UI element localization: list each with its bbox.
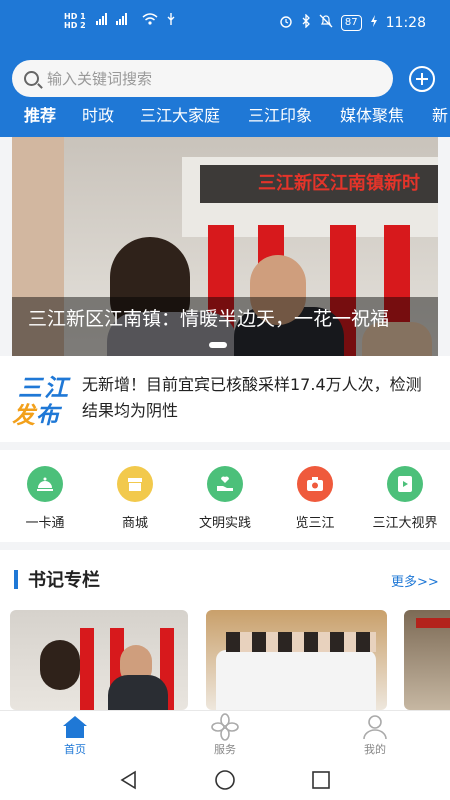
quick-link-civilization[interactable]: 文明实践	[180, 466, 270, 531]
tab-sanjiang-impression[interactable]: 三江印象	[248, 104, 312, 128]
status-left: HD 1 HD 2	[64, 12, 176, 30]
banner-carousel[interactable]: 三江新区江南镇新时 三江新区江南镇：情暖半边天，一花一祝福	[12, 137, 438, 356]
home-icon	[30, 711, 120, 741]
system-navigation-bar	[0, 760, 450, 800]
home-circle-icon[interactable]	[213, 768, 237, 792]
user-icon	[330, 711, 420, 741]
clock: 11:28	[385, 15, 426, 31]
nav-profile[interactable]: 我的	[330, 711, 420, 757]
sim1-label: HD 1	[64, 12, 86, 21]
shop-icon	[117, 466, 153, 502]
app-header: HD 1 HD 2 87 11:28 输入关键词搜索 推荐 时政 三江大家庭 三…	[0, 0, 450, 137]
add-button[interactable]	[409, 66, 435, 92]
tab-politics[interactable]: 时政	[82, 104, 114, 128]
sim-indicators: HD 1 HD 2	[64, 12, 86, 30]
article-thumbnail[interactable]	[206, 610, 387, 710]
article-thumbnail[interactable]	[10, 610, 188, 710]
search-icon	[24, 71, 39, 86]
bluetooth-icon	[301, 13, 311, 32]
secretary-column: 书记专栏 更多>>	[0, 550, 450, 710]
quick-link-view-sanjiang[interactable]: 览三江	[270, 466, 360, 531]
alarm-icon	[279, 14, 293, 32]
news-ticker[interactable]: 三江 发布 无新增！目前宜宾已核酸采样17.4万人次，检测结果均为阴性	[0, 356, 450, 442]
status-right: 87 11:28	[279, 13, 426, 32]
back-icon[interactable]	[117, 768, 141, 792]
quick-link-big-vision[interactable]: 三江大视界	[360, 466, 450, 531]
status-bar: HD 1 HD 2 87 11:28	[0, 10, 450, 40]
article-thumbnail[interactable]	[404, 610, 450, 710]
tab-recommend[interactable]: 推荐	[24, 104, 56, 128]
signal-icon	[94, 12, 134, 30]
quick-link-card[interactable]: 一卡通	[0, 466, 90, 531]
news-headline[interactable]: 无新增！目前宜宾已核酸采样17.4万人次，检测结果均为阴性	[82, 372, 432, 424]
wifi-icon	[142, 12, 158, 30]
recents-square-icon[interactable]	[309, 768, 333, 792]
usb-icon	[166, 12, 176, 30]
tab-sanjiang-family[interactable]: 三江大家庭	[140, 104, 220, 128]
quick-link-shop[interactable]: 商城	[90, 466, 180, 531]
nav-home[interactable]: 首页	[30, 711, 120, 757]
section-marker	[14, 570, 18, 589]
category-tabs: 推荐 时政 三江大家庭 三江印象 媒体聚焦 新	[0, 104, 450, 132]
banner-sign-text: 三江新区江南镇新时	[200, 165, 438, 203]
bottom-navigation: 首页 服务 我的	[0, 710, 450, 760]
section-title: 书记专栏	[28, 570, 100, 591]
tab-media-focus[interactable]: 媒体聚焦	[340, 104, 404, 128]
carousel-indicator	[209, 342, 227, 348]
battery-indicator: 87	[340, 15, 362, 31]
search-bar[interactable]	[12, 60, 393, 97]
film-icon	[387, 466, 423, 502]
tab-new[interactable]: 新	[432, 104, 448, 128]
nav-service[interactable]: 服务	[180, 711, 270, 757]
search-input[interactable]	[47, 69, 367, 88]
more-link[interactable]: 更多>>	[391, 571, 439, 590]
camera-icon	[297, 466, 333, 502]
service-grid-icon	[180, 711, 270, 741]
sim2-label: HD 2	[64, 21, 86, 30]
mute-icon	[319, 14, 333, 32]
heart-hand-icon	[207, 466, 243, 502]
charging-icon	[370, 14, 378, 32]
card-bell-icon	[27, 466, 63, 502]
quick-links: 一卡通 商城 文明实践 览三江 三江大视界	[0, 450, 450, 542]
sanjiang-release-logo: 三江 发布	[12, 374, 70, 429]
